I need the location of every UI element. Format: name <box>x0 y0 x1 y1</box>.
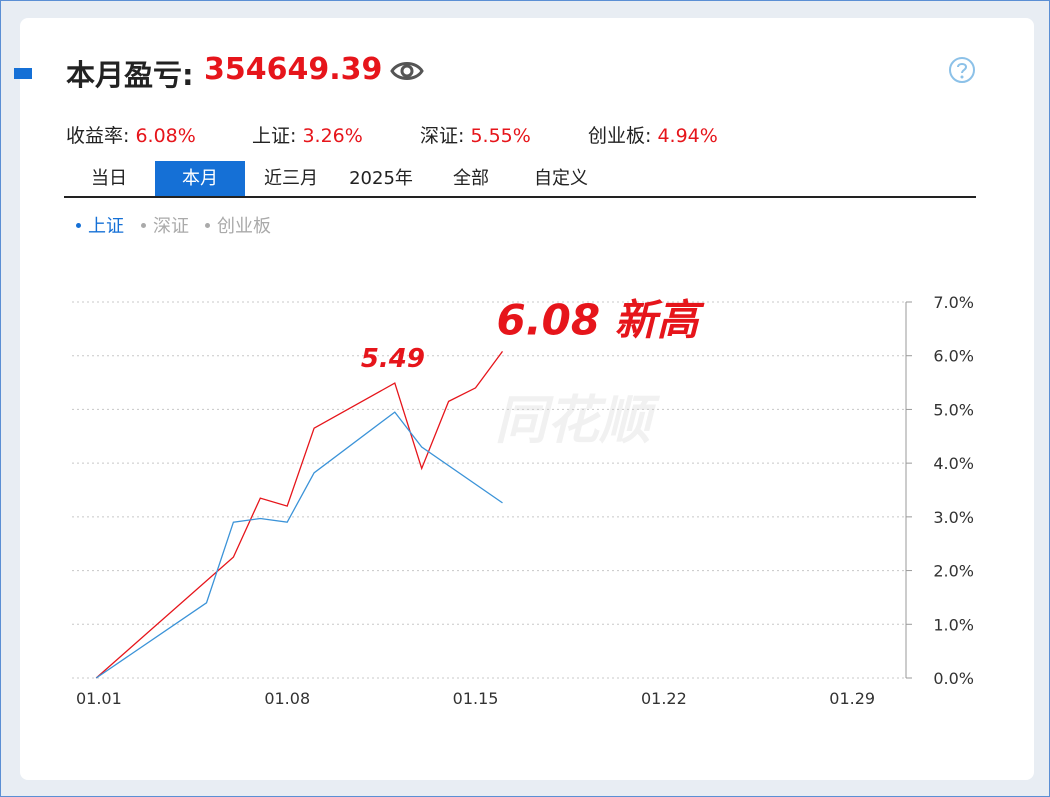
y-tick-label: 3.0% <box>933 508 974 527</box>
annotation-peak: 5.49 <box>361 344 425 374</box>
watermark-text: 同花顺 <box>495 391 661 451</box>
y-tick-label: 4.0% <box>933 454 974 473</box>
y-tick-label: 6.0% <box>933 347 974 366</box>
series-line-index <box>95 411 503 679</box>
annotation-new-high: 6.08 新高 <box>496 295 704 344</box>
x-tick-label: 01.08 <box>264 689 310 708</box>
x-tick-label: 01.01 <box>76 689 122 708</box>
y-tick-label: 5.0% <box>933 400 974 419</box>
series-line-account <box>95 351 504 679</box>
y-tick-label: 0.0% <box>933 669 974 688</box>
return-line-chart: 同花顺 0.0% 1.0% 2.0% 3.0% 4.0% 5.0% 6.0% 7.0% 01.01… <box>72 293 974 708</box>
y-tick-label: 2.0% <box>933 562 974 581</box>
y-tick-label: 1.0% <box>933 615 974 634</box>
x-tick-label: 01.22 <box>641 689 687 708</box>
x-tick-label: 01.29 <box>829 689 875 708</box>
y-tick-label: 7.0% <box>933 293 974 312</box>
x-tick-label: 01.15 <box>453 689 499 708</box>
